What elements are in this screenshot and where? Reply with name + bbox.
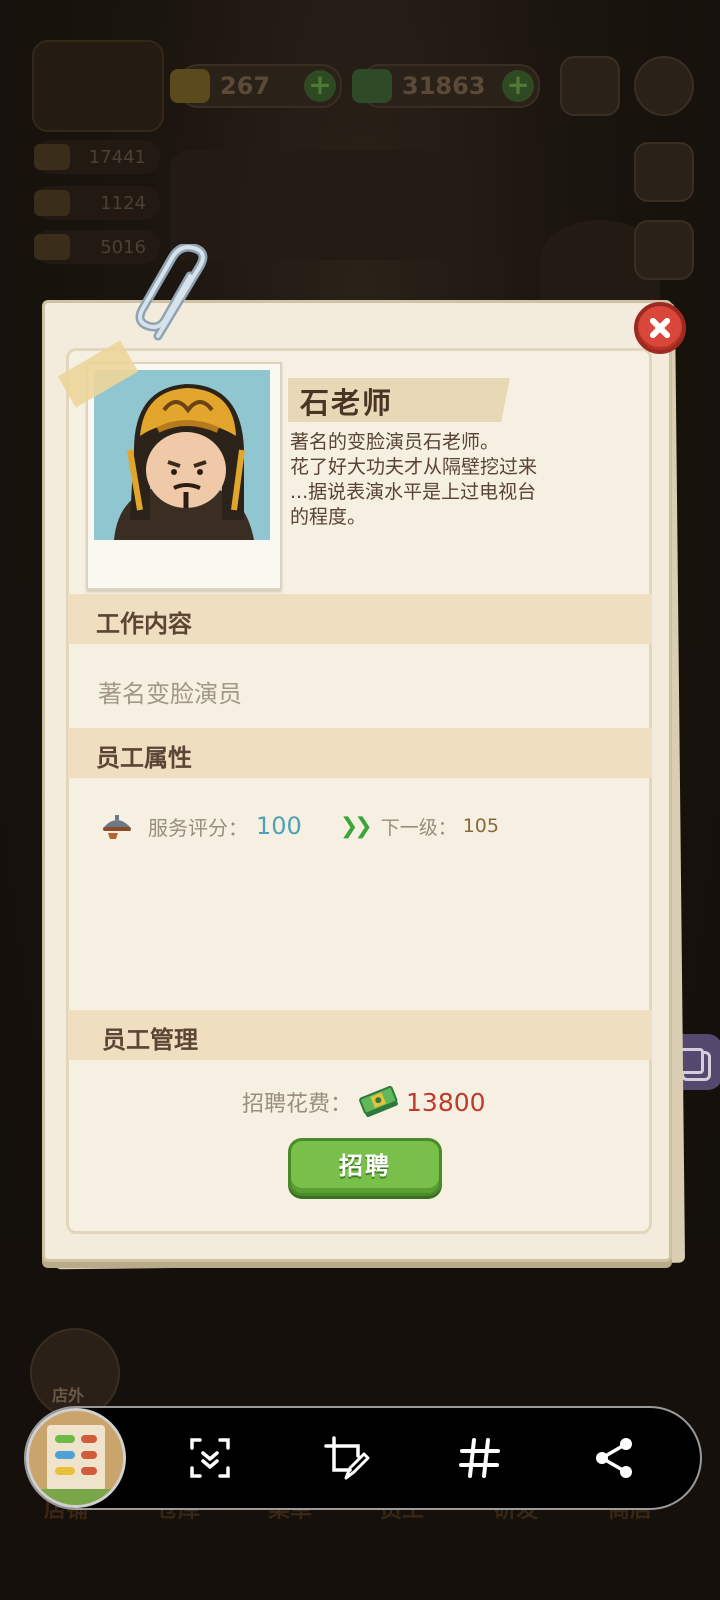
- stat-counter-1: 17441: [34, 140, 160, 174]
- settings-gear-icon[interactable]: [634, 56, 694, 116]
- crop-edit-icon[interactable]: [322, 1434, 370, 1482]
- hashtag-icon[interactable]: [456, 1434, 504, 1482]
- work-section-title: 工作内容: [96, 610, 192, 638]
- service-value: 100: [256, 812, 302, 840]
- hire-cost-label: 招聘花费：: [242, 1092, 353, 1117]
- cash-count: 31863: [402, 72, 486, 100]
- next-level-label: 下一级：: [380, 816, 457, 839]
- coupon-icon: [34, 234, 70, 260]
- camera-button[interactable]: [560, 56, 620, 116]
- service-label: 服务评分：: [148, 815, 248, 840]
- next-level-value: 105: [462, 815, 499, 837]
- staff-portrait: [94, 370, 270, 540]
- close-button[interactable]: [634, 302, 686, 354]
- staff-description: 著名的变脸演员石老师。 花了好大功夫才从隔壁挖过来 ...据说表演水平是上过电视…: [290, 431, 538, 528]
- screenshot-thumbnail[interactable]: [26, 1408, 126, 1508]
- event-button[interactable]: [634, 220, 694, 280]
- attr-section-title: 员工属性: [96, 744, 192, 772]
- cash-icon: [352, 69, 392, 103]
- add-cash-button[interactable]: +: [502, 70, 534, 102]
- staff-portrait-frame: [86, 362, 282, 590]
- share-icon[interactable]: [590, 1434, 638, 1482]
- restaurant-emblem[interactable]: [32, 40, 164, 132]
- ingredient-icon: [34, 190, 70, 216]
- scroll-capture-icon[interactable]: [186, 1434, 234, 1482]
- clipboard-clip-icon: [135, 244, 208, 341]
- outside-button[interactable]: 店外: [30, 1328, 120, 1418]
- quest-book-button[interactable]: [634, 142, 694, 202]
- cash-stack-icon: [359, 1085, 398, 1118]
- service-bowl-icon: [103, 815, 131, 839]
- hire-cost-row: 招聘花费： 13800: [242, 1082, 486, 1122]
- staff-name: 石老师: [300, 386, 394, 420]
- cash-counter[interactable]: 31863 +: [352, 64, 540, 108]
- work-content: 著名变脸演员: [98, 680, 242, 708]
- manage-section-title: 员工管理: [102, 1026, 198, 1054]
- hire-cost-value: 13800: [406, 1087, 486, 1117]
- hire-button[interactable]: 招聘: [288, 1138, 442, 1196]
- diamond-count: 267: [220, 72, 271, 100]
- stat-counter-2: 1124: [34, 186, 160, 220]
- service-rating-row: 服务评分： 100 ❯❯ 下一级： 105: [100, 808, 499, 844]
- next-level-arrows-icon: ❯❯: [339, 813, 373, 839]
- food-icon: [34, 144, 70, 170]
- diamond-counter[interactable]: 267 +: [170, 64, 342, 108]
- add-diamond-button[interactable]: +: [304, 70, 336, 102]
- diamond-icon: [170, 69, 210, 103]
- outside-label: 店外: [52, 1386, 85, 1405]
